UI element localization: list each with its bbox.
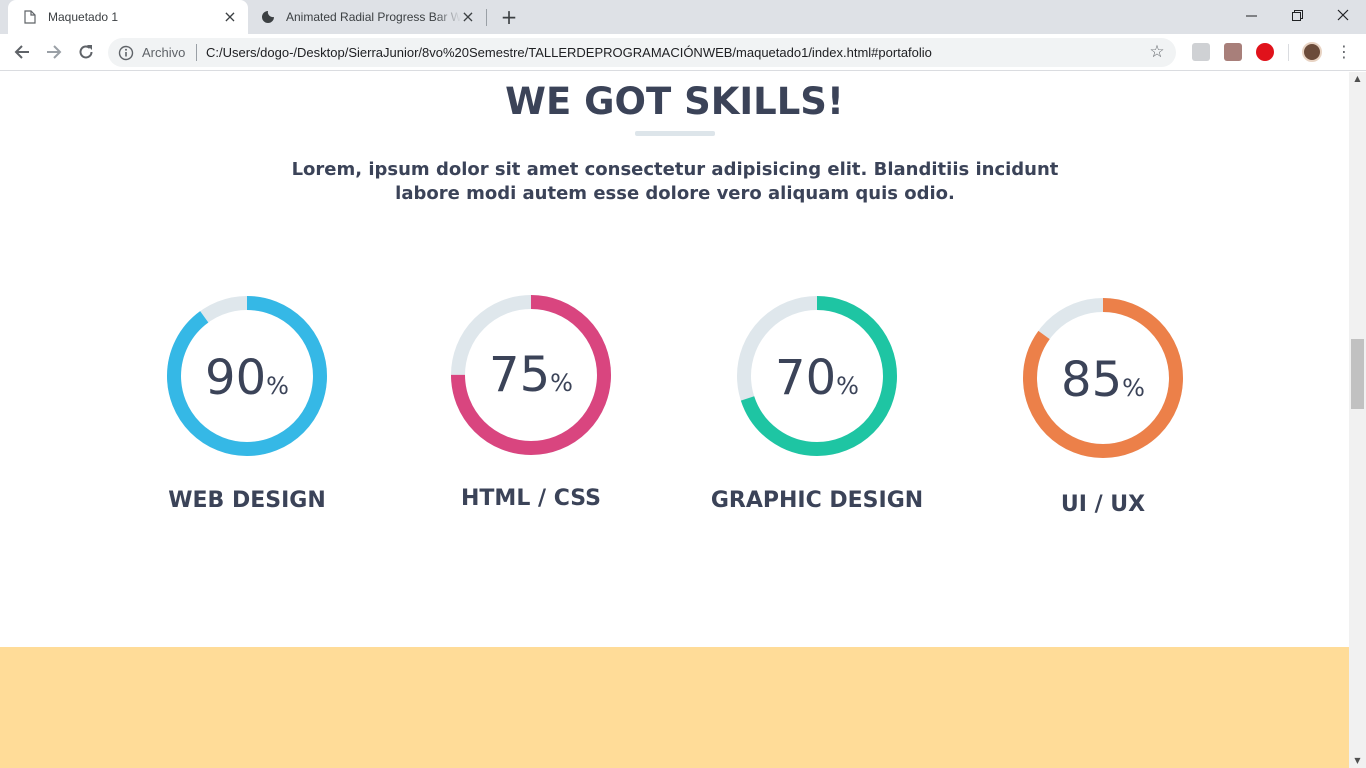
scroll-down-arrow-icon[interactable]: ▼: [1349, 754, 1366, 768]
radial-progress-html-css: 75%: [451, 295, 611, 455]
skill-percent: 90%: [205, 350, 289, 406]
tab-strip: Maquetado 1 × Animated Radial Progress B…: [0, 0, 1366, 34]
toolbar-divider: [1288, 44, 1289, 61]
skill-html-css: 75% HTML / CSS: [416, 293, 646, 511]
skill-label: GRAPHIC DESIGN: [710, 488, 924, 513]
minimize-icon: [1245, 15, 1257, 16]
tab-divider: [486, 9, 487, 26]
skill-percent: 70%: [775, 350, 859, 406]
restore-icon: [1291, 9, 1303, 21]
section-description: Lorem, ipsum dolor sit amet consectetur …: [291, 159, 1059, 204]
radial-progress-web-design: 90%: [167, 296, 327, 456]
skill-label: UI / UX: [1060, 492, 1146, 517]
star-icon[interactable]: ☆: [1148, 43, 1166, 61]
page-title: WE GOT SKILLS!: [505, 80, 844, 123]
skill-web-design: 90% WEB DESIGN: [132, 294, 362, 513]
address-divider: [196, 44, 197, 61]
scroll-thumb[interactable]: [1351, 339, 1364, 409]
url-text[interactable]: C:/Users/dogo-/Desktop/SierraJunior/8vo%…: [206, 45, 932, 60]
skill-percent: 85%: [1061, 352, 1145, 408]
back-button[interactable]: [10, 40, 34, 64]
avatar[interactable]: [1302, 42, 1322, 62]
skill-label: HTML / CSS: [461, 486, 601, 511]
page-icon: [22, 9, 38, 25]
new-tab-button[interactable]: +: [498, 6, 520, 28]
reload-icon: [79, 45, 93, 59]
browser-toolbar: Archivo C:/Users/dogo-/Desktop/SierraJun…: [0, 34, 1366, 71]
address-bar[interactable]: Archivo C:/Users/dogo-/Desktop/SierraJun…: [108, 38, 1176, 67]
minimize-button[interactable]: [1228, 0, 1274, 30]
forward-button[interactable]: [42, 40, 66, 64]
info-icon[interactable]: [118, 45, 134, 61]
menu-dots-icon[interactable]: ⋮: [1336, 42, 1352, 62]
close-icon[interactable]: ×: [222, 9, 238, 25]
scheme-label: Archivo: [142, 45, 186, 60]
adblock-extension-icon[interactable]: [1256, 43, 1274, 61]
close-icon[interactable]: ×: [460, 9, 476, 25]
close-window-button[interactable]: [1320, 0, 1366, 30]
tab-title: Animated Radial Progress Bar W: [286, 10, 461, 24]
radial-progress-ui-ux: 85%: [1023, 298, 1183, 458]
next-section-band: [0, 647, 1349, 768]
skill-percent: 75%: [489, 347, 573, 403]
tab-title: Maquetado 1: [48, 10, 119, 24]
tab-maquetado[interactable]: Maquetado 1 ×: [8, 0, 248, 34]
title-underline: [635, 131, 715, 136]
skill-ui-ux: 85% UI / UX: [988, 296, 1218, 517]
radial-progress-graphic-design: 70%: [737, 296, 897, 456]
extension-icon[interactable]: [1192, 43, 1210, 61]
skill-graphic-design: 70% GRAPHIC DESIGN: [702, 294, 932, 513]
tab-radial-progress[interactable]: Animated Radial Progress Bar W ×: [250, 0, 486, 34]
reload-button[interactable]: [74, 40, 98, 64]
codepen-icon: [260, 9, 276, 25]
close-icon: [1337, 9, 1349, 21]
restore-button[interactable]: [1274, 0, 1320, 30]
arrow-right-icon: [47, 45, 62, 59]
pdf-extension-icon[interactable]: [1224, 43, 1242, 61]
scroll-up-arrow-icon[interactable]: ▲: [1349, 72, 1366, 86]
page-viewport: WE GOT SKILLS! Lorem, ipsum dolor sit am…: [0, 72, 1349, 768]
skill-label: WEB DESIGN: [168, 488, 326, 513]
arrow-left-icon: [14, 45, 29, 59]
vertical-scrollbar[interactable]: ▲ ▼: [1349, 72, 1366, 768]
